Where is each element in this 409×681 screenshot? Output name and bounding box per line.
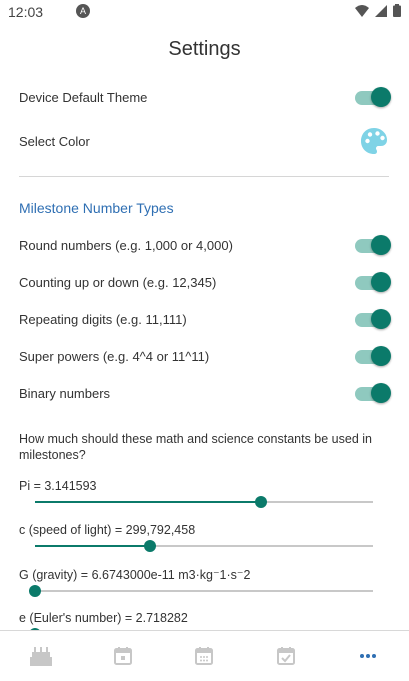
signal-icon — [375, 4, 387, 17]
binary-numbers-toggle[interactable] — [355, 383, 391, 403]
speed-of-light-slider[interactable] — [35, 540, 373, 552]
palette-icon[interactable] — [359, 126, 389, 156]
milestone-type-label: Binary numbers — [19, 385, 111, 401]
milestone-type-row[interactable]: Super powers (e.g. 4^4 or 11^11) — [19, 341, 391, 371]
nav-calendar-grid[interactable] — [164, 631, 246, 681]
milestone-type-label: Round numbers (e.g. 1,000 or 4,000) — [19, 237, 233, 253]
nav-milestones[interactable] — [0, 631, 82, 681]
milestone-type-label: Repeating digits (e.g. 11,111) — [19, 311, 187, 327]
milestone-type-row[interactable]: Round numbers (e.g. 1,000 or 4,000) — [19, 230, 391, 260]
nav-more[interactable] — [327, 631, 409, 681]
calendar-grid-icon — [195, 647, 214, 665]
status-time: 12:03 — [8, 4, 44, 20]
nav-calendar-check[interactable] — [245, 631, 327, 681]
milestone-type-row[interactable]: Counting up or down (e.g. 12,345) — [19, 267, 391, 297]
constants-question: How much should these math and science c… — [19, 432, 372, 462]
euler-label: e (Euler's number) = 2.718282 — [19, 611, 188, 625]
bottom-navigation — [0, 630, 409, 681]
milestone-section-title: Milestone Number Types — [19, 200, 174, 216]
gravity-slider[interactable] — [29, 585, 373, 597]
select-color-label: Select Color — [19, 133, 90, 149]
gravity-label: G (gravity) = 6.6743000e-11 m3·kg⁻1·s⁻2 — [19, 568, 251, 582]
milestone-type-label: Counting up or down (e.g. 12,345) — [19, 274, 217, 290]
device-theme-row[interactable]: Device Default Theme — [19, 82, 391, 112]
pi-slider[interactable] — [35, 496, 373, 508]
notification-icon: A — [76, 4, 90, 18]
device-theme-toggle[interactable] — [355, 87, 391, 107]
select-color-row[interactable]: Select Color — [19, 126, 389, 156]
milestone-type-row[interactable]: Repeating digits (e.g. 11,111) — [19, 304, 391, 334]
pi-label: Pi = 3.141593 — [19, 479, 97, 493]
speed-of-light-label: c (speed of light) = 299,792,458 — [19, 523, 196, 537]
slider-knob[interactable] — [255, 496, 268, 508]
calendar-check-icon — [277, 647, 296, 665]
battery-icon — [393, 4, 401, 17]
cake-icon — [29, 647, 52, 666]
wifi-icon — [355, 4, 369, 17]
milestone-type-label: Super powers (e.g. 4^4 or 11^11) — [19, 348, 210, 364]
calendar-icon — [113, 647, 132, 665]
more-icon — [360, 654, 377, 658]
device-theme-label: Device Default Theme — [19, 89, 148, 105]
counting-toggle[interactable] — [355, 272, 391, 292]
milestone-type-row[interactable]: Binary numbers — [19, 378, 391, 408]
repeating-digits-toggle[interactable] — [355, 309, 391, 329]
round-numbers-toggle[interactable] — [355, 235, 391, 255]
nav-calendar[interactable] — [82, 631, 164, 681]
slider-knob[interactable] — [143, 540, 156, 552]
slider-knob[interactable] — [29, 585, 41, 597]
page-title: Settings — [168, 38, 241, 60]
super-powers-toggle[interactable] — [355, 346, 391, 366]
section-divider — [19, 176, 389, 177]
status-bar: 12:03 A — [0, 0, 409, 24]
